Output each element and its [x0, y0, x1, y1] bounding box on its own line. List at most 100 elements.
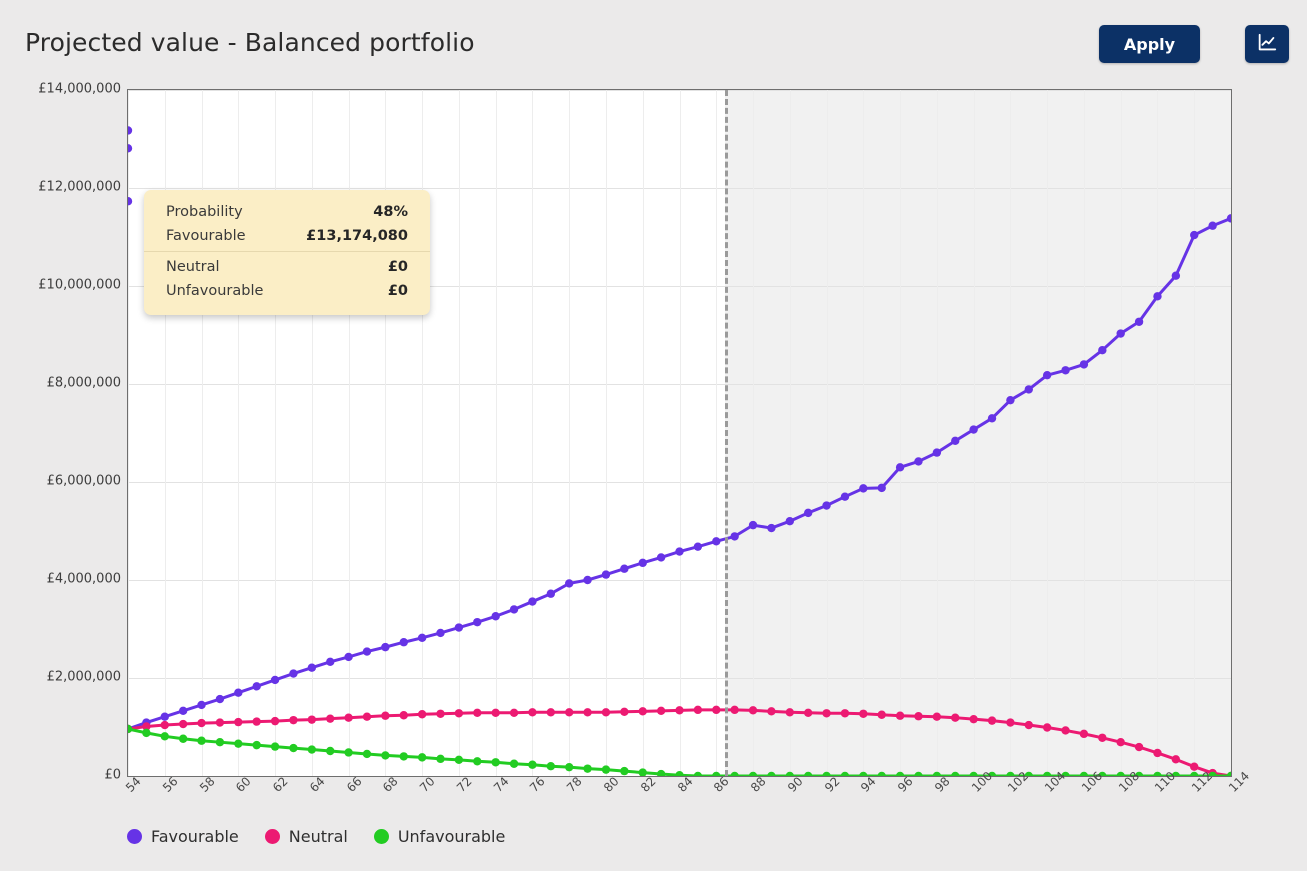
data-point[interactable] — [234, 739, 243, 748]
data-point[interactable] — [528, 708, 537, 717]
data-point[interactable] — [859, 709, 868, 718]
data-point[interactable] — [362, 712, 372, 721]
data-point[interactable] — [767, 771, 776, 776]
data-point[interactable] — [1116, 737, 1125, 747]
data-point[interactable] — [436, 628, 445, 638]
data-point[interactable] — [969, 425, 978, 434]
data-point[interactable] — [1061, 726, 1070, 735]
data-point[interactable] — [417, 633, 427, 643]
data-point[interactable] — [252, 740, 261, 750]
data-point[interactable] — [638, 768, 647, 776]
data-point[interactable] — [1098, 733, 1107, 742]
data-point[interactable] — [289, 669, 298, 678]
data-point[interactable] — [178, 734, 188, 743]
legend-item-neutral[interactable]: Neutral — [264, 827, 348, 846]
data-point[interactable] — [1098, 345, 1107, 355]
data-point[interactable] — [767, 523, 776, 533]
data-point[interactable] — [362, 647, 372, 656]
data-point[interactable] — [822, 709, 831, 718]
data-point[interactable] — [473, 757, 482, 766]
data-point[interactable] — [1024, 720, 1033, 730]
data-point[interactable] — [399, 752, 408, 761]
data-point[interactable] — [344, 713, 353, 722]
data-point[interactable] — [675, 771, 684, 776]
data-point[interactable] — [785, 708, 794, 717]
data-point[interactable] — [142, 728, 151, 738]
data-point[interactable] — [128, 126, 133, 135]
data-point[interactable] — [307, 745, 317, 754]
data-point[interactable] — [528, 760, 537, 769]
data-point[interactable] — [252, 682, 261, 691]
data-point[interactable] — [197, 736, 206, 745]
data-point[interactable] — [914, 771, 923, 776]
data-point[interactable] — [620, 564, 629, 573]
data-point[interactable] — [1134, 742, 1144, 752]
data-point[interactable] — [1079, 360, 1089, 369]
data-point[interactable] — [914, 457, 923, 466]
data-point[interactable] — [381, 711, 390, 720]
data-point[interactable] — [951, 771, 960, 776]
data-point[interactable] — [307, 715, 317, 724]
data-point[interactable] — [877, 710, 886, 719]
data-point[interactable] — [914, 712, 923, 721]
data-point[interactable] — [1171, 755, 1181, 764]
data-point[interactable] — [289, 715, 298, 725]
data-point[interactable] — [565, 762, 574, 772]
data-point[interactable] — [128, 197, 133, 206]
data-point[interactable] — [399, 638, 408, 647]
data-point[interactable] — [1190, 762, 1199, 771]
data-point[interactable] — [1153, 748, 1162, 758]
data-point[interactable] — [1024, 385, 1033, 394]
data-point[interactable] — [128, 724, 133, 734]
data-point[interactable] — [822, 501, 831, 510]
data-point[interactable] — [454, 623, 464, 632]
data-point[interactable] — [748, 706, 758, 715]
data-point[interactable] — [454, 709, 464, 718]
data-point[interactable] — [399, 711, 408, 720]
chart-view-toggle-button[interactable] — [1245, 25, 1289, 63]
data-point[interactable] — [1042, 370, 1052, 380]
data-point[interactable] — [693, 705, 703, 715]
data-point[interactable] — [270, 742, 280, 751]
data-point[interactable] — [215, 694, 225, 704]
data-point[interactable] — [601, 765, 611, 774]
data-point[interactable] — [1116, 329, 1125, 338]
data-point[interactable] — [491, 612, 500, 621]
data-point[interactable] — [160, 732, 169, 741]
data-point[interactable] — [270, 716, 280, 726]
data-point[interactable] — [803, 508, 813, 518]
data-point[interactable] — [1042, 723, 1052, 732]
data-point[interactable] — [840, 492, 850, 501]
data-point[interactable] — [601, 708, 611, 717]
data-point[interactable] — [895, 463, 905, 472]
data-point[interactable] — [803, 708, 813, 717]
data-point[interactable] — [748, 520, 758, 530]
data-point[interactable] — [638, 558, 647, 568]
data-point[interactable] — [1190, 230, 1199, 240]
data-point[interactable] — [730, 705, 739, 715]
data-point[interactable] — [840, 709, 850, 718]
data-point[interactable] — [326, 657, 335, 667]
legend-item-favourable[interactable]: Favourable — [127, 827, 239, 846]
data-point[interactable] — [417, 753, 427, 762]
data-point[interactable] — [1153, 292, 1162, 301]
data-point[interactable] — [675, 706, 684, 715]
data-point[interactable] — [344, 748, 353, 757]
data-point[interactable] — [583, 575, 592, 585]
data-point[interactable] — [509, 708, 519, 717]
data-point[interactable] — [785, 517, 794, 526]
data-point[interactable] — [215, 737, 225, 747]
data-point[interactable] — [803, 771, 813, 776]
data-point[interactable] — [656, 553, 666, 562]
data-point[interactable] — [583, 764, 592, 773]
data-point[interactable] — [491, 708, 500, 717]
data-point[interactable] — [895, 711, 905, 720]
data-point[interactable] — [675, 547, 684, 556]
data-point[interactable] — [326, 714, 335, 723]
data-point[interactable] — [712, 705, 721, 715]
data-point[interactable] — [473, 617, 482, 627]
data-point[interactable] — [509, 605, 519, 614]
data-point[interactable] — [436, 754, 445, 764]
data-point[interactable] — [951, 713, 960, 722]
data-point[interactable] — [840, 771, 850, 776]
